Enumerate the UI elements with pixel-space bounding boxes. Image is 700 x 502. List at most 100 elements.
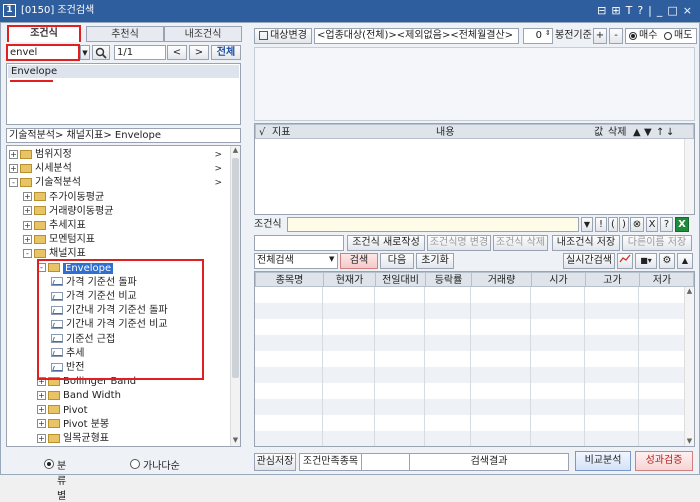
move-bottom-icon[interactable]: ↓ bbox=[666, 125, 674, 140]
col-current-price: 현재가 bbox=[324, 273, 376, 288]
minimize-icon[interactable]: _ bbox=[657, 3, 663, 18]
close-paren-button[interactable]: ) bbox=[619, 217, 629, 232]
expand-toggle-icon[interactable]: + bbox=[23, 220, 32, 230]
condition-table-scrollbar[interactable] bbox=[684, 139, 694, 214]
save-condition-button[interactable]: 내조건식 저장 bbox=[552, 235, 620, 251]
tab-my-condition[interactable]: 내조건식 bbox=[164, 26, 242, 42]
expand-toggle-icon[interactable]: + bbox=[37, 419, 46, 429]
tree-item-label: 거래량이동평균 bbox=[49, 205, 114, 217]
result-item-envelope[interactable]: Envelope bbox=[8, 65, 239, 78]
settings-icon[interactable]: ⚙ bbox=[659, 253, 675, 269]
search-dropdown-icon[interactable]: ▼ bbox=[80, 45, 90, 60]
chevron-right-icon: > bbox=[214, 150, 222, 160]
tree-scrollbar[interactable]: ▲ ▼ bbox=[230, 146, 240, 446]
expand-toggle-icon[interactable]: + bbox=[23, 234, 32, 244]
tree-item[interactable]: + 거래량이동평균 bbox=[23, 205, 228, 219]
expand-toggle-icon[interactable]: + bbox=[37, 405, 46, 415]
search-scope-select[interactable]: 전체검색 bbox=[254, 253, 338, 269]
radio-buy[interactable] bbox=[629, 32, 637, 40]
realtime-search-button[interactable]: 실시간검색 bbox=[563, 253, 615, 269]
open-paren-button[interactable]: ( bbox=[608, 217, 618, 232]
help-icon[interactable]: ? bbox=[637, 3, 643, 18]
window-titlebar: 1 [0150] 조건검색 ⊟ ⊞ T ? | _ □ × bbox=[0, 0, 700, 22]
tree-item[interactable]: - 기술적분석 > bbox=[9, 176, 228, 190]
tree-item[interactable]: + 모멘텀지표 bbox=[23, 233, 228, 247]
expand-toggle-icon[interactable]: - bbox=[23, 248, 32, 258]
search-input[interactable]: envel bbox=[6, 44, 80, 61]
next-result-button[interactable]: 다음 bbox=[380, 253, 414, 269]
condition-table-header: √ 지표 내용 값 삭제 ▲ ▼ ↑ ↓ bbox=[255, 124, 694, 139]
scope-dropdown-icon[interactable]: ▼ bbox=[329, 255, 334, 263]
window-icon bbox=[259, 30, 269, 40]
tree-item[interactable]: + 범위지정 > bbox=[9, 148, 228, 162]
folder-icon bbox=[20, 177, 32, 187]
tab-recommended[interactable]: 추천식 bbox=[86, 26, 164, 42]
expand-toggle-icon[interactable]: + bbox=[23, 206, 32, 216]
all-button[interactable]: 전체 bbox=[211, 45, 241, 60]
radio-sell[interactable] bbox=[664, 32, 672, 40]
collapse-up-icon[interactable]: ▲ bbox=[677, 253, 693, 269]
tree-item[interactable]: + Pivot 분봉 bbox=[37, 418, 228, 432]
expand-toggle-icon[interactable]: + bbox=[9, 163, 18, 173]
move-down-icon[interactable]: ▼ bbox=[644, 125, 652, 140]
next-button[interactable]: > bbox=[189, 45, 209, 60]
tree-item[interactable]: + Band Width bbox=[37, 389, 228, 403]
col-stock-name: 종목명 bbox=[256, 273, 324, 288]
tree-item[interactable]: + 추세지표 bbox=[23, 219, 228, 233]
condition-name-input[interactable] bbox=[254, 235, 344, 251]
tree-item[interactable]: + 주가이동평균 bbox=[23, 191, 228, 205]
reset-button[interactable]: 초기화 bbox=[416, 253, 454, 269]
tab-condition[interactable]: 조건식 bbox=[7, 25, 81, 42]
close-icon[interactable]: × bbox=[683, 3, 692, 18]
tree-item[interactable]: + 시세분석 > bbox=[9, 162, 228, 176]
result-grid: 종목명 현재가 전일대비 등락률 거래량 시가 고가 저가 ▲ ▼ bbox=[254, 271, 695, 447]
delete-condition-button[interactable]: 조건식 삭제 bbox=[493, 235, 548, 251]
search-run-button[interactable]: 검색 bbox=[340, 253, 378, 269]
plus-button[interactable]: + bbox=[593, 28, 607, 44]
formula-dropdown-icon[interactable]: ▼ bbox=[581, 217, 593, 232]
expand-icon[interactable]: ⊞ bbox=[611, 3, 620, 18]
right-panel: 대상변경 <업종대상(전체)><제외없음><전체월결산> 0 ⇕ 봉전기준 + … bbox=[251, 25, 698, 473]
prev-button[interactable]: < bbox=[167, 45, 187, 60]
formula-input[interactable] bbox=[287, 217, 579, 232]
expand-toggle-icon[interactable]: + bbox=[23, 192, 32, 202]
radio-category[interactable] bbox=[44, 459, 54, 469]
formula-label: 조건식 bbox=[254, 219, 282, 230]
target-change-button[interactable]: 대상변경 bbox=[254, 28, 312, 44]
clear-button[interactable]: X bbox=[646, 217, 658, 232]
radio-alphabetical[interactable] bbox=[130, 459, 140, 469]
performance-check-button[interactable]: 성과검증 bbox=[635, 451, 693, 471]
target-field[interactable]: <업종대상(전체)><제외없음><전체월결산> bbox=[314, 28, 519, 44]
not-button[interactable]: ! bbox=[595, 217, 607, 232]
bong-spin-icon[interactable]: ⇕ bbox=[545, 29, 551, 37]
tree-item-label: Pivot 분봉 bbox=[63, 418, 110, 430]
expand-toggle-icon[interactable]: + bbox=[9, 149, 18, 159]
font-icon[interactable]: T bbox=[626, 3, 633, 18]
search-button[interactable] bbox=[92, 45, 110, 60]
formula-help-button[interactable]: ? bbox=[660, 217, 673, 232]
folder-icon bbox=[20, 163, 32, 173]
new-condition-button[interactable]: 조건식 새로작성 bbox=[347, 235, 425, 251]
compare-analysis-button[interactable]: 비교분석 bbox=[575, 451, 631, 471]
xor-button[interactable]: ⊗ bbox=[630, 217, 644, 232]
minus-button[interactable]: - bbox=[609, 28, 623, 44]
result-grid-scrollbar[interactable]: ▲ ▼ bbox=[684, 287, 694, 446]
expand-toggle-icon[interactable]: + bbox=[37, 433, 46, 443]
tree-item[interactable]: + Pivot bbox=[37, 404, 228, 418]
maximize-icon[interactable]: □ bbox=[667, 3, 677, 18]
page-indicator: 1/1 bbox=[114, 45, 166, 60]
menu-dropdown-icon[interactable]: ■▾ bbox=[635, 253, 657, 269]
rename-condition-button[interactable]: 조건식명 변경 bbox=[427, 235, 491, 251]
expand-toggle-icon[interactable]: + bbox=[37, 390, 46, 400]
tree-item-label: Pivot bbox=[63, 404, 88, 416]
tree-item-label: 범위지정 bbox=[35, 149, 72, 160]
excel-icon[interactable]: X bbox=[675, 217, 689, 232]
chart-icon[interactable] bbox=[617, 253, 633, 269]
layout-icon[interactable]: ⊟ bbox=[597, 3, 606, 18]
expand-toggle-icon[interactable]: - bbox=[9, 177, 18, 187]
move-top-icon[interactable]: ↑ bbox=[656, 125, 664, 140]
save-as-button[interactable]: 다른이름 저장 bbox=[622, 235, 692, 251]
move-up-icon[interactable]: ▲ bbox=[633, 125, 641, 140]
watchlist-save-button[interactable]: 관심저장 bbox=[254, 453, 296, 471]
tree-item[interactable]: + 일목균형표 bbox=[37, 432, 228, 446]
